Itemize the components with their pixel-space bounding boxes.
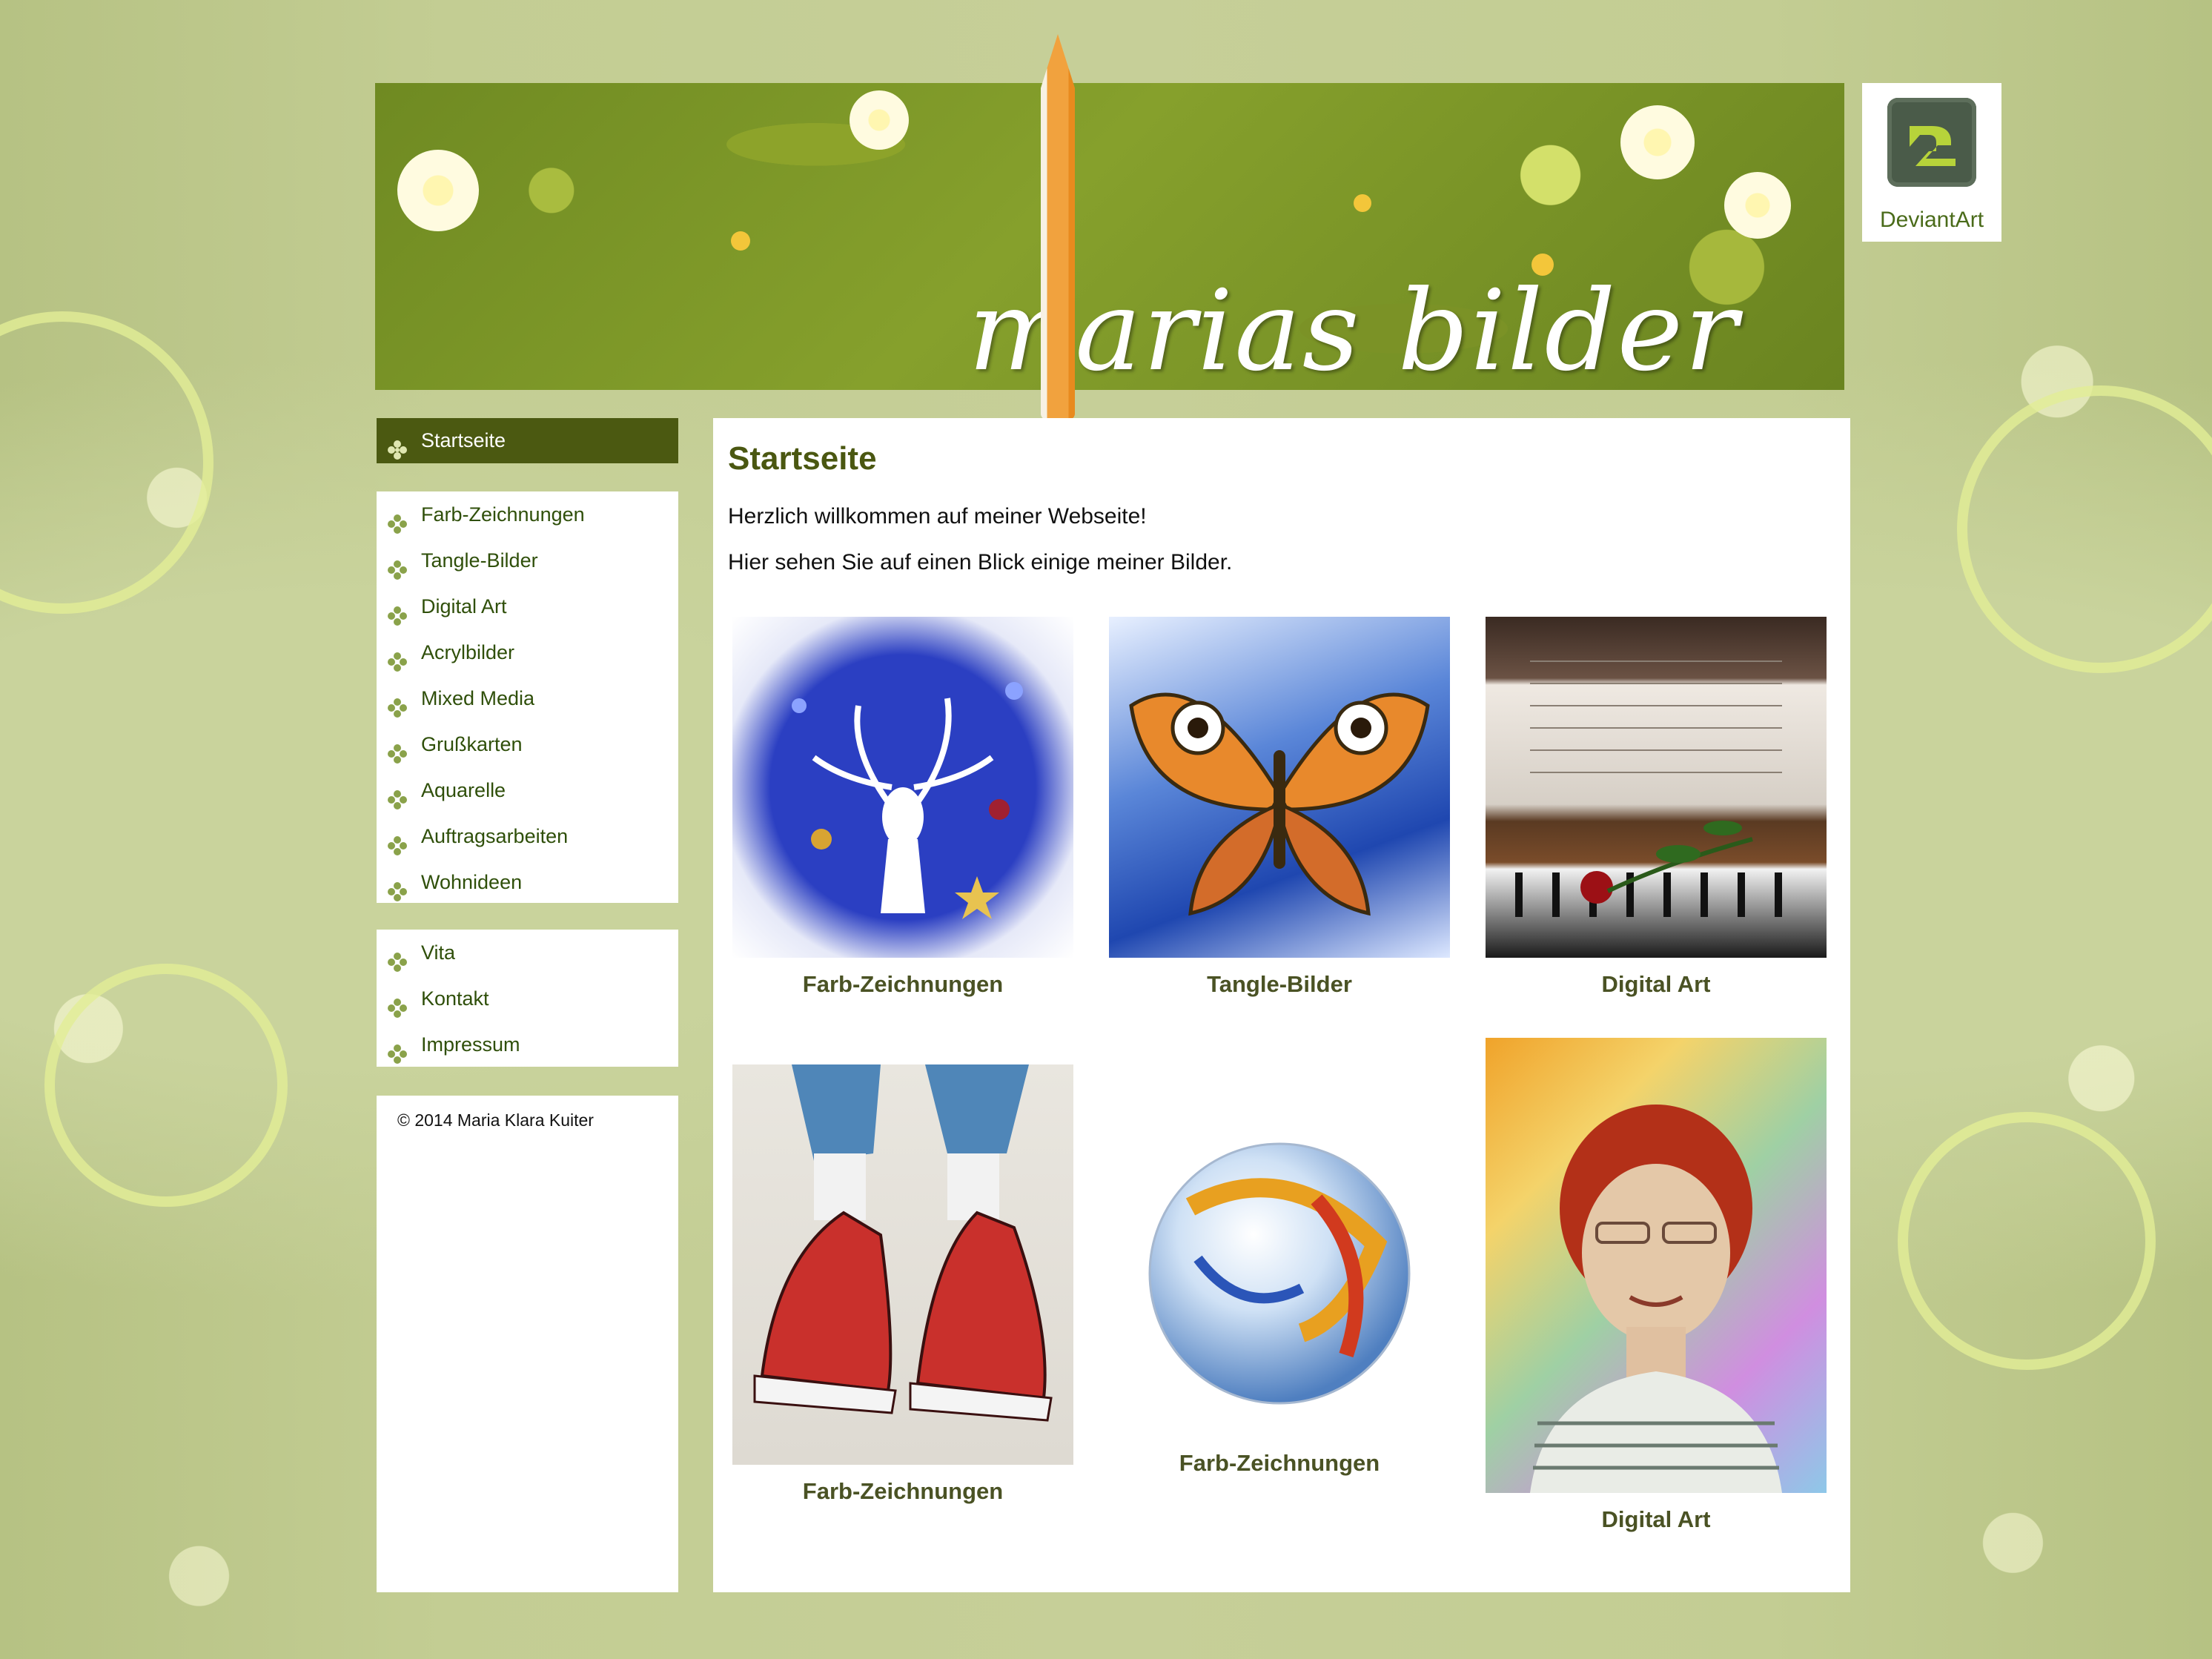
gallery-tile[interactable]: Digital Art xyxy=(1486,617,1827,997)
tile-caption: Tangle-Bilder xyxy=(1207,971,1352,997)
tile-caption: Farb-Zeichnungen xyxy=(802,971,1004,997)
nav-item-farb-zeichnungen[interactable]: Farb-Zeichnungen xyxy=(377,491,678,537)
nav-item-digital-art[interactable]: Digital Art xyxy=(377,583,678,629)
welcome-text: Herzlich willkommen auf meiner Webseite! xyxy=(728,504,1147,529)
nav-label: Digital Art xyxy=(421,595,507,617)
flower-bullet-icon xyxy=(387,551,408,580)
nav-item-mixed-media[interactable]: Mixed Media xyxy=(377,675,678,721)
deviantart-link[interactable]: DeviantArt xyxy=(1862,83,2001,242)
flower-bullet-icon xyxy=(387,431,408,460)
flower-bullet-icon xyxy=(387,597,408,626)
nav-label: Vita xyxy=(421,941,456,964)
dot-decoration xyxy=(731,231,750,251)
gallery-tile[interactable]: Digital Art xyxy=(1486,1038,1827,1532)
deviantart-logo-icon xyxy=(1887,98,1976,187)
nav-item-vita[interactable]: Vita xyxy=(377,930,678,976)
nav-item-impressum[interactable]: Impressum xyxy=(377,1021,678,1067)
nav-label: Kontakt xyxy=(421,987,489,1010)
flower-bullet-icon xyxy=(387,872,408,901)
flower-bullet-icon xyxy=(387,1035,408,1064)
nav-label: Impressum xyxy=(421,1033,520,1056)
gallery-tile[interactable]: Farb-Zeichnungen xyxy=(1109,1096,1450,1476)
nav-label: Farb-Zeichnungen xyxy=(421,503,585,526)
footer-box: © 2014 Maria Klara Kuiter xyxy=(377,1096,678,1592)
nav-label: Grußkarten xyxy=(421,733,523,755)
tile-caption: Farb-Zeichnungen xyxy=(1179,1450,1380,1476)
nav-label: Startseite xyxy=(421,429,506,451)
header-banner: marias bilder xyxy=(375,83,1844,390)
nav-item-aquarelle[interactable]: Aquarelle xyxy=(377,767,678,813)
flower-decoration xyxy=(850,90,909,150)
artwork-image xyxy=(1486,617,1827,958)
nav-item-grusskarten[interactable]: Grußkarten xyxy=(377,721,678,767)
tile-caption: Digital Art xyxy=(1601,971,1711,997)
nav-label: Acrylbilder xyxy=(421,641,515,663)
nav-item-wohnideen[interactable]: Wohnideen xyxy=(377,859,678,905)
nav-label: Wohnideen xyxy=(421,871,523,893)
flower-bullet-icon xyxy=(387,781,408,809)
flower-decoration xyxy=(397,150,479,231)
nav-label: Mixed Media xyxy=(421,687,535,709)
flower-bullet-icon xyxy=(387,943,408,972)
flower-decoration xyxy=(1620,105,1695,179)
copyright-text: © 2014 Maria Klara Kuiter xyxy=(397,1110,594,1130)
nav-item-kontakt[interactable]: Kontakt xyxy=(377,976,678,1021)
swirl-decoration xyxy=(44,964,288,1207)
main-content: Startseite Herzlich willkommen auf meine… xyxy=(713,418,1850,1592)
nav-item-acrylbilder[interactable]: Acrylbilder xyxy=(377,629,678,675)
flower-bullet-icon xyxy=(387,989,408,1018)
tile-caption: Farb-Zeichnungen xyxy=(802,1478,1004,1504)
flower-decoration xyxy=(1724,172,1791,239)
artwork-image xyxy=(1486,1038,1827,1493)
gallery-tile[interactable]: Farb-Zeichnungen xyxy=(732,1064,1073,1504)
site-title: marias bilder xyxy=(968,267,1739,396)
flower-bullet-icon xyxy=(387,827,408,855)
page-title: Startseite xyxy=(728,440,877,477)
nav-item-tangle-bilder[interactable]: Tangle-Bilder xyxy=(377,537,678,583)
artwork-image xyxy=(732,1064,1073,1465)
flower-bullet-icon xyxy=(387,643,408,672)
nav-label: Auftragsarbeiten xyxy=(421,825,569,847)
tile-caption: Digital Art xyxy=(1601,1506,1711,1532)
nav-item-startseite[interactable]: Startseite xyxy=(377,418,678,463)
nav-item-auftragsarbeiten[interactable]: Auftragsarbeiten xyxy=(377,813,678,859)
dot-decoration xyxy=(1354,194,1371,212)
flower-bullet-icon xyxy=(387,735,408,764)
nav-gallery-box: Farb-Zeichnungen Tangle-Bilder Digital A… xyxy=(377,491,678,903)
gallery-tile[interactable]: Tangle-Bilder xyxy=(1109,617,1450,997)
pencil-icon xyxy=(1041,34,1075,420)
flower-bullet-icon xyxy=(387,689,408,718)
gallery-tile[interactable]: Farb-Zeichnungen xyxy=(732,617,1073,997)
deviantart-label: DeviantArt xyxy=(1879,208,1984,232)
flower-bullet-icon xyxy=(387,505,408,534)
nav-info-box: Vita Kontakt Impressum xyxy=(377,930,678,1067)
nav-label: Tangle-Bilder xyxy=(421,549,538,572)
nav-home-box: Startseite xyxy=(377,418,678,463)
artwork-image xyxy=(1109,617,1450,958)
swirl-decoration xyxy=(1898,1112,2156,1370)
artwork-image xyxy=(732,617,1073,958)
intro-text: Hier sehen Sie auf einen Blick einige me… xyxy=(728,550,1233,574)
nav-label: Aquarelle xyxy=(421,779,506,801)
artwork-image xyxy=(1109,1096,1450,1437)
